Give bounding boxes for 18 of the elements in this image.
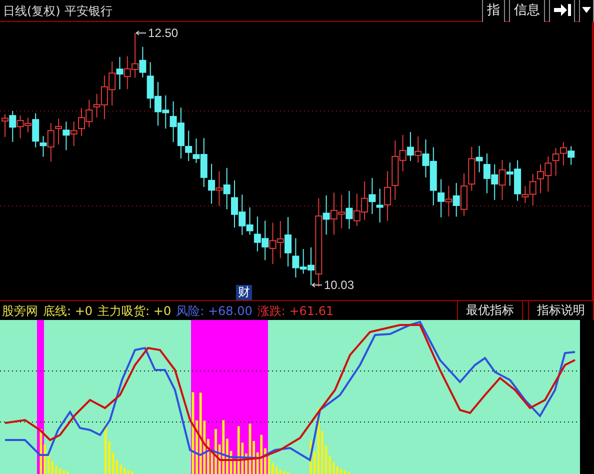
event-marker[interactable]: 财 xyxy=(236,285,252,300)
indicator-value: 底线: +0 xyxy=(43,302,93,320)
expand-button[interactable] xyxy=(549,0,575,22)
toolbar-button[interactable]: 指 xyxy=(482,0,505,22)
arrow-to-bar-icon xyxy=(553,4,571,16)
indicator-button[interactable]: 最优指标 xyxy=(457,301,523,320)
toolbar-button[interactable]: 信息 xyxy=(509,0,545,22)
chart-period-label: 日线(复权) xyxy=(3,2,60,20)
indicator-button[interactable]: 指标说明 xyxy=(528,301,594,320)
indicator-value: 股旁网 xyxy=(2,302,38,320)
caret-icon xyxy=(582,6,591,13)
indicator-value: 涨跌: +61.61 xyxy=(257,302,334,320)
indicator-value: 风险: +68.00 xyxy=(176,302,252,320)
indicator-value: 主力吸货: +0 xyxy=(98,302,172,320)
low-price-label: 10.03 xyxy=(312,278,354,292)
dropdown-button[interactable] xyxy=(579,0,594,22)
stock-name: 平安银行 xyxy=(64,2,112,20)
high-price-label: 12.50 xyxy=(136,26,178,40)
